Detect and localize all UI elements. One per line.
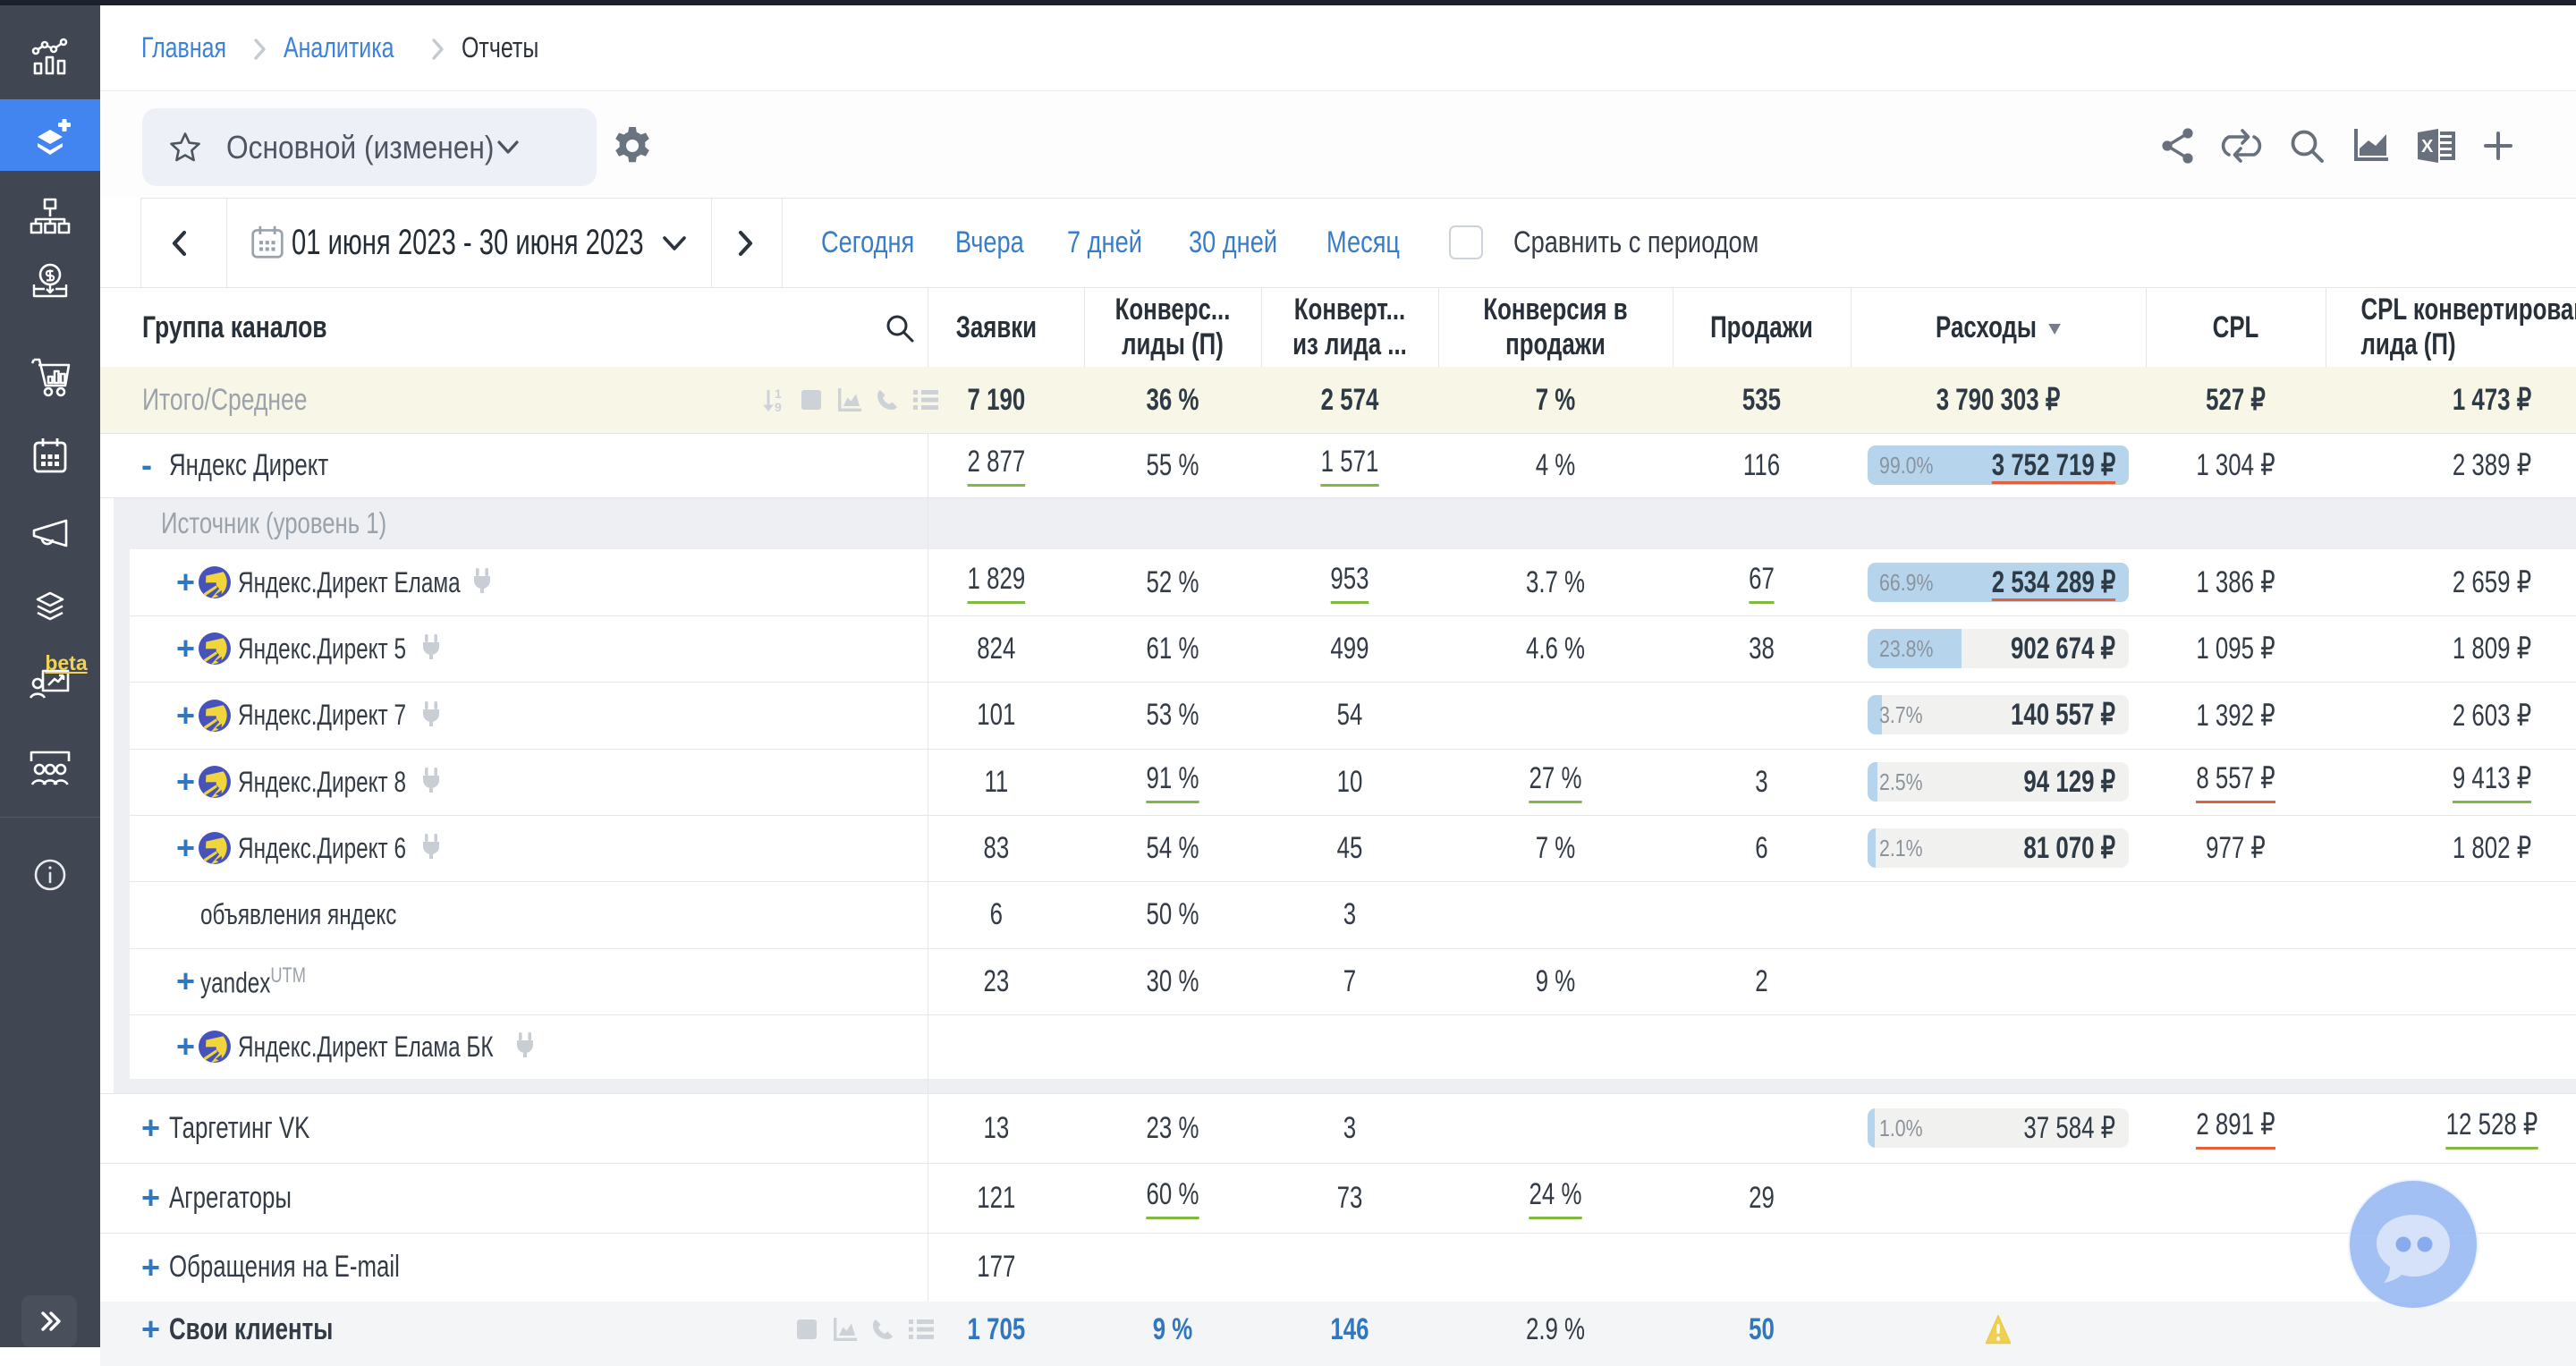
svg-text:X: X [2421,137,2434,157]
svg-text:9: 9 [775,400,782,413]
svg-text:1: 1 [775,386,782,401]
